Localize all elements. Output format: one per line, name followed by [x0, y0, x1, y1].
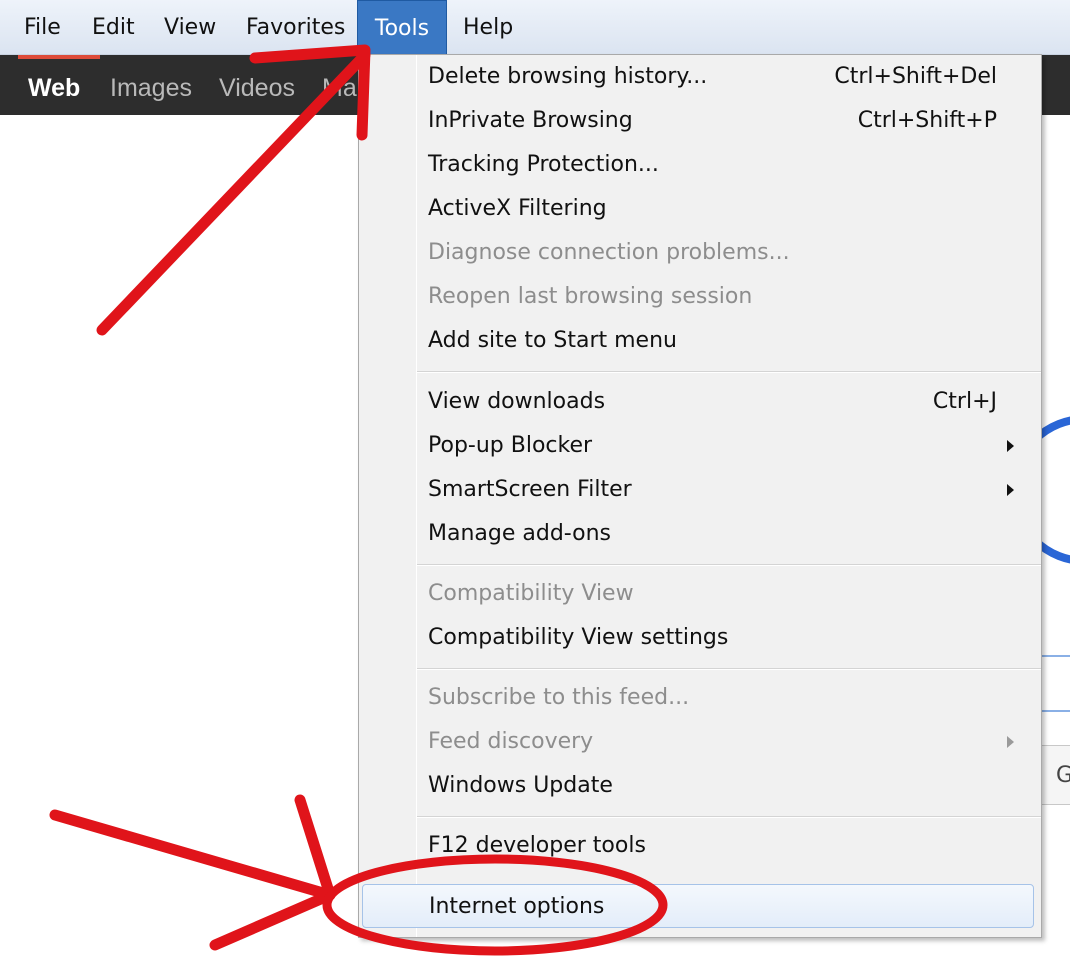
nav-web[interactable]: Web	[28, 55, 80, 115]
menu-item-label: Reopen last browsing session	[428, 284, 753, 309]
menu-view[interactable]: View	[164, 0, 216, 55]
nav-images[interactable]: Images	[110, 55, 192, 115]
menu-item-windows-update[interactable]: Windows Update	[359, 764, 1041, 808]
menu-separator	[417, 668, 1041, 670]
menu-item-label: Compatibility View	[428, 581, 634, 606]
menu-item-activex-filtering[interactable]: ActiveX Filtering	[359, 187, 1041, 231]
submenu-arrow-icon	[1007, 484, 1014, 496]
nav-videos[interactable]: Videos	[219, 55, 295, 115]
submenu-arrow-icon	[1007, 736, 1014, 748]
menu-separator	[417, 564, 1041, 566]
menu-item-label: Compatibility View settings	[428, 625, 729, 650]
menu-item-label: SmartScreen Filter	[428, 477, 632, 502]
menu-edit[interactable]: Edit	[92, 0, 135, 55]
menu-item-shortcut: Ctrl+Shift+Del	[834, 64, 997, 89]
menu-item-popup-blocker[interactable]: Pop-up Blocker	[359, 424, 1041, 468]
menu-item-tracking-protection[interactable]: Tracking Protection...	[359, 143, 1041, 187]
arrow-to-options-shaft-a	[49, 809, 336, 901]
menu-item-shortcut: Ctrl+Shift+P	[857, 108, 997, 133]
menu-item-inprivate-browsing[interactable]: InPrivate Browsing Ctrl+Shift+P	[359, 99, 1041, 143]
menu-item-view-downloads[interactable]: View downloads Ctrl+J	[359, 380, 1041, 424]
tools-dropdown-menu: Delete browsing history... Ctrl+Shift+De…	[358, 54, 1042, 938]
menu-item-compatibility-view: Compatibility View	[359, 572, 1041, 616]
menu-bar: File Edit View Favorites Tools Help	[0, 0, 1070, 55]
menu-item-label: View downloads	[428, 389, 606, 414]
menu-item-label: F12 developer tools	[428, 833, 646, 858]
menu-item-label: Windows Update	[428, 773, 613, 798]
menu-item-diagnose-connection: Diagnose connection problems...	[359, 231, 1041, 275]
menu-item-smartscreen-filter[interactable]: SmartScreen Filter	[359, 468, 1041, 512]
menu-item-add-site-to-start[interactable]: Add site to Start menu	[359, 319, 1041, 363]
menu-item-label: Diagnose connection problems...	[428, 240, 790, 265]
menu-item-manage-addons[interactable]: Manage add-ons	[359, 512, 1041, 556]
search-box-top-edge	[1042, 655, 1070, 657]
menu-separator	[417, 371, 1041, 373]
menu-item-label: ActiveX Filtering	[428, 196, 607, 221]
menu-separator	[417, 816, 1041, 818]
submenu-arrow-icon	[1007, 440, 1014, 452]
menu-item-delete-browsing-history[interactable]: Delete browsing history... Ctrl+Shift+De…	[359, 55, 1041, 99]
menu-item-label: Delete browsing history...	[428, 64, 708, 89]
menu-item-compatibility-view-settings[interactable]: Compatibility View settings	[359, 616, 1041, 660]
menu-item-label: Tracking Protection...	[428, 152, 659, 177]
menu-item-feed-discovery: Feed discovery	[359, 720, 1041, 764]
menu-item-label: Internet options	[429, 894, 605, 919]
menu-help[interactable]: Help	[463, 0, 513, 55]
menu-favorites[interactable]: Favorites	[246, 0, 345, 55]
arrow-to-options-head	[209, 794, 336, 951]
menu-item-f12-developer-tools[interactable]: F12 developer tools	[359, 824, 1041, 868]
search-box-bottom-edge	[1042, 710, 1070, 712]
menu-item-shortcut: Ctrl+J	[932, 389, 997, 414]
menu-item-internet-options[interactable]: Internet options	[362, 884, 1034, 928]
browser-window: File Edit View Favorites Tools Help Web …	[0, 0, 1070, 968]
menu-item-label: Add site to Start menu	[428, 328, 677, 353]
menu-file[interactable]: File	[24, 0, 61, 55]
menu-item-label: Pop-up Blocker	[428, 433, 593, 458]
nav-maps[interactable]: Ma	[322, 55, 357, 115]
menu-item-label: InPrivate Browsing	[428, 108, 633, 133]
menu-item-reopen-last-session: Reopen last browsing session	[359, 275, 1041, 319]
menu-item-label: Subscribe to this feed...	[428, 685, 690, 710]
menu-item-label: Feed discovery	[428, 729, 594, 754]
menu-item-subscribe-feed: Subscribe to this feed...	[359, 676, 1041, 720]
menu-item-label: Manage add-ons	[428, 521, 612, 546]
menu-tools[interactable]: Tools	[357, 0, 447, 55]
